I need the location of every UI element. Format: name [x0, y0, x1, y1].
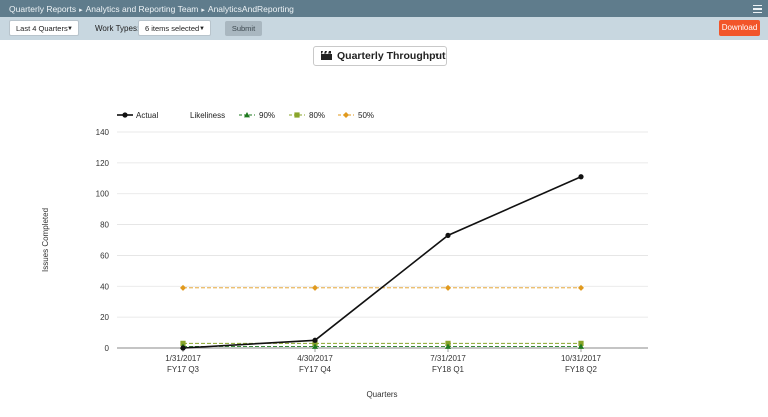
legend-marker-actual: [122, 112, 128, 118]
legend-marker-50: [343, 112, 349, 118]
legend-label-actual: Actual: [136, 111, 158, 120]
data-point-actual: [312, 337, 318, 343]
chart-legend: Actual Likeliness 90% 80% 50%: [117, 111, 374, 120]
data-point-actual: [180, 345, 186, 351]
data-point-50: [312, 284, 318, 291]
data-point-50: [578, 284, 584, 291]
y-axis-label: Issues Completed: [41, 208, 50, 272]
data-point-actual: [578, 174, 584, 180]
x-tick-quarter: FY18 Q2: [565, 365, 598, 374]
x-tick-quarter: FY18 Q1: [432, 365, 465, 374]
y-tick-label: 120: [96, 159, 110, 168]
y-tick-label: 100: [96, 190, 110, 199]
y-tick-label: 140: [96, 128, 110, 137]
y-tick-label: 60: [100, 251, 109, 260]
y-tick-label: 40: [100, 282, 109, 291]
data-point-actual: [445, 232, 451, 238]
x-tick-date: 4/30/2017: [297, 354, 333, 363]
y-tick-label: 80: [100, 221, 109, 230]
chart-gridlines: [117, 131, 648, 349]
legend-group-label: Likeliness: [190, 111, 225, 120]
y-tick-label: 20: [100, 313, 109, 322]
x-axis-label: Quarters: [366, 390, 397, 399]
throughput-chart: 0 20 40 60 80 100 120 140 1/31/2017 FY17 Q3 4/30/…: [41, 111, 648, 399]
series-actual: [180, 174, 584, 351]
y-tick-label: 0: [105, 344, 110, 353]
y-axis-ticks: 0 20 40 60 80 100 120 140: [96, 128, 110, 353]
legend-label-80: 80%: [309, 111, 325, 120]
legend-marker-80: [294, 112, 300, 118]
data-point-50: [180, 284, 186, 291]
x-tick-quarter: FY17 Q3: [167, 365, 200, 374]
series-line-actual: [182, 176, 582, 349]
x-tick-quarter: FY17 Q4: [299, 365, 332, 374]
x-axis-ticks: 1/31/2017 FY17 Q3 4/30/2017 FY17 Q4 7/31/201…: [165, 348, 602, 374]
chart-series: [180, 174, 584, 351]
x-tick-date: 1/31/2017: [165, 354, 201, 363]
x-tick-date: 10/31/2017: [561, 354, 602, 363]
x-tick-date: 7/31/2017: [430, 354, 466, 363]
legend-label-90: 90%: [259, 111, 275, 120]
data-point-50: [445, 284, 451, 291]
legend-label-50: 50%: [358, 111, 374, 120]
